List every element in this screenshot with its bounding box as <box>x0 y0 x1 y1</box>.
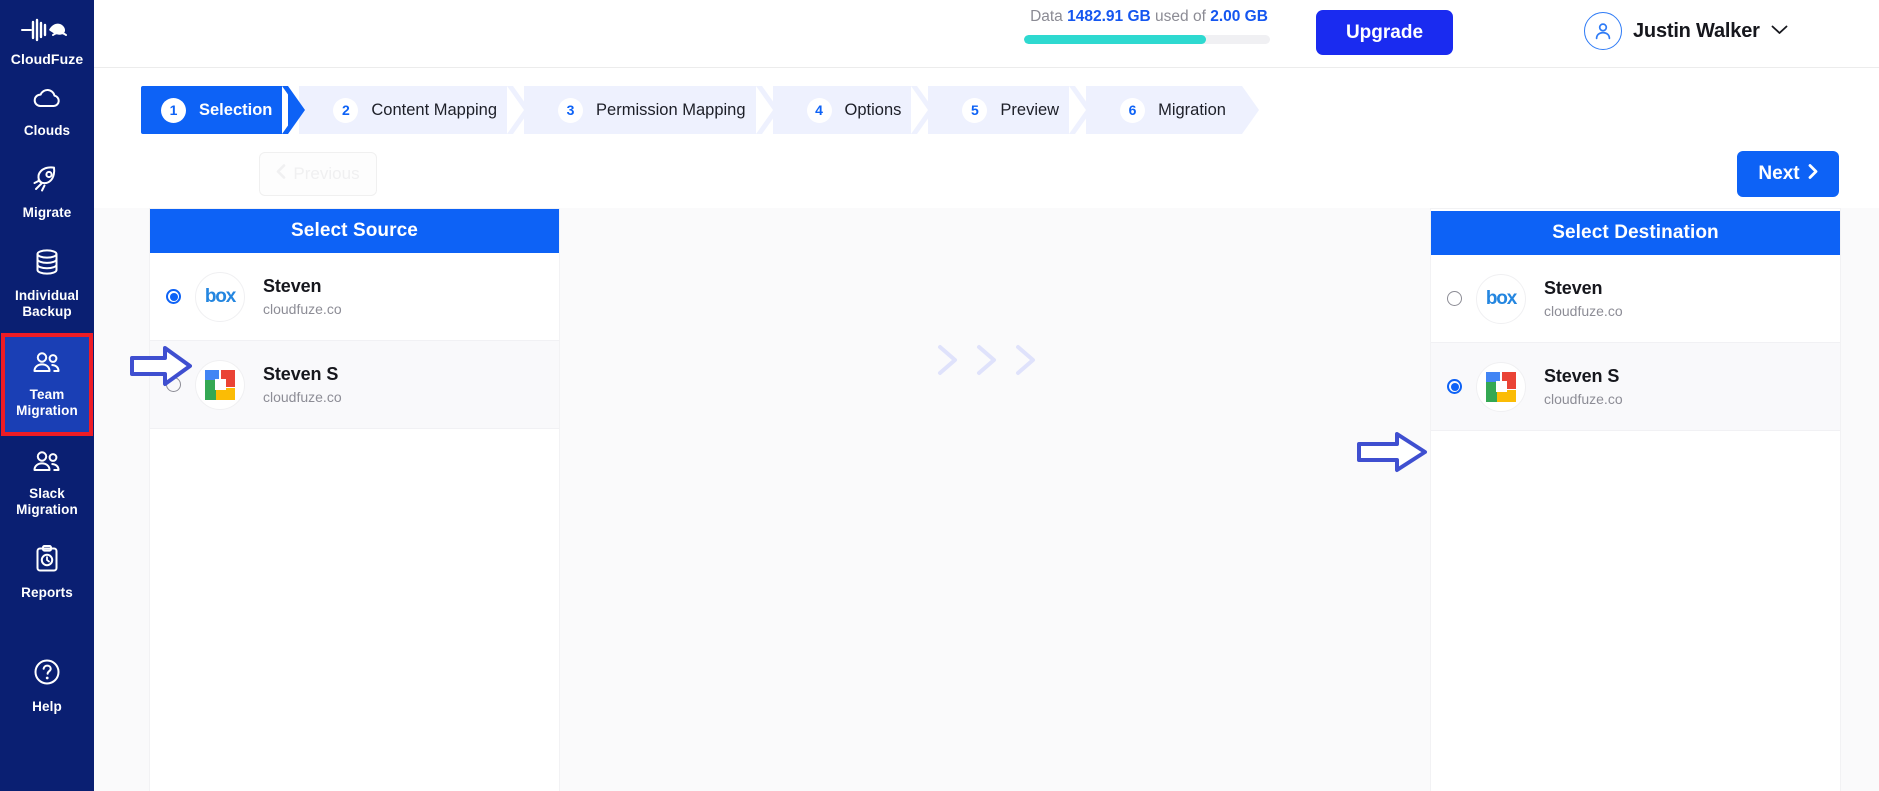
sidebar-item-individual-backup[interactable]: Individual Backup <box>0 234 94 333</box>
sidebar-item-label: Migrate <box>22 205 72 221</box>
sidebar-item-reports[interactable]: Reports <box>0 531 94 613</box>
chevron-down-icon[interactable] <box>1771 22 1788 40</box>
sidebar-item-help[interactable]: Help <box>0 643 94 727</box>
previous-button-label: Previous <box>293 164 360 183</box>
source-account-domain: cloudfuze.co <box>263 389 342 405</box>
destination-account-name: Steven <box>1544 278 1603 298</box>
box-logo-icon: box <box>195 271 245 322</box>
step-selection[interactable]: 1 Selection <box>141 86 306 134</box>
user-menu[interactable]: Justin Walker <box>1584 12 1788 50</box>
wizard-stepper-bar: 1 Selection 2 Content Mapping 3 Permissi… <box>94 68 1879 136</box>
sidebar-item-team-migration[interactable]: Team Migration <box>1 332 93 436</box>
destination-account-domain: cloudfuze.co <box>1544 391 1623 407</box>
source-account-row-1[interactable]: box Steven cloudfuze.co <box>150 253 559 341</box>
step-label: Migration <box>1158 100 1226 119</box>
destination-account-domain: cloudfuze.co <box>1544 303 1623 319</box>
chevron-left-icon <box>276 164 286 184</box>
previous-button[interactable]: Previous <box>259 152 377 196</box>
clipboard-clock-icon <box>34 544 60 578</box>
step-permission-mapping[interactable]: 3 Permission Mapping <box>506 86 780 134</box>
step-label: Selection <box>199 100 273 119</box>
data-usage-used: 1482.91 GB <box>1067 8 1151 25</box>
destination-account-row-1[interactable]: box Steven cloudfuze.co <box>1431 255 1840 343</box>
step-number: 3 <box>558 97 584 123</box>
step-content-mapping[interactable]: 2 Content Mapping <box>282 86 530 134</box>
data-usage-prefix: Data <box>1030 8 1063 25</box>
step-options[interactable]: 4 Options <box>755 86 935 134</box>
data-usage-total: 2.00 GB <box>1210 8 1268 25</box>
select-destination-panel: Select Destination box Steven cloudfuze.… <box>1430 208 1841 791</box>
step-label: Permission Mapping <box>596 100 746 119</box>
step-number: 2 <box>333 97 359 123</box>
brand-logo[interactable]: CloudFuze <box>0 8 94 73</box>
step-label: Preview <box>1000 100 1060 119</box>
select-source-panel: Select Source box Steven cloudfuze.co St… <box>149 208 560 791</box>
top-header: Data 1482.91 GB used of 2.00 GB Upgrade <box>94 0 1879 68</box>
upgrade-button[interactable]: Upgrade <box>1316 10 1453 55</box>
main-region: Data 1482.91 GB used of 2.00 GB Upgrade <box>94 0 1879 791</box>
wizard-nav-row: Previous Next <box>94 136 1879 208</box>
source-account-name: Steven <box>263 276 322 296</box>
step-migration[interactable]: 6 Migration <box>1069 86 1259 134</box>
cloudfuze-logo-icon <box>20 18 74 47</box>
users-icon <box>31 351 63 380</box>
google-drive-logo-icon <box>1476 361 1526 412</box>
destination-account-radio-2[interactable] <box>1447 379 1462 394</box>
wizard-stepper: 1 Selection 2 Content Mapping 3 Permissi… <box>141 86 1879 134</box>
source-account-name: Steven S <box>263 364 339 384</box>
chevron-right-icon <box>1013 343 1039 382</box>
sidebar-item-label: Individual Backup <box>14 287 79 320</box>
source-account-domain: cloudfuze.co <box>263 301 342 317</box>
sidebar-item-label: Reports <box>21 584 73 600</box>
source-account-radio-1[interactable] <box>166 289 181 304</box>
chevron-right-icon <box>1808 163 1818 185</box>
data-usage-widget: Data 1482.91 GB used of 2.00 GB <box>1024 8 1274 44</box>
chevron-right-icon <box>974 343 1000 382</box>
step-number: 1 <box>161 97 186 123</box>
data-usage-progressbar <box>1024 35 1270 44</box>
app-root: CloudFuze Clouds Migrate Individual Back… <box>0 0 1879 791</box>
data-usage-text: Data 1482.91 GB used of 2.00 GB <box>1024 8 1274 26</box>
destination-account-name: Steven S <box>1544 366 1620 386</box>
sidebar-item-label: Help <box>32 699 62 715</box>
user-name: Justin Walker <box>1633 19 1760 42</box>
step-preview[interactable]: 5 Preview <box>911 86 1092 134</box>
users-icon <box>31 450 63 479</box>
source-account-row-2[interactable]: Steven S cloudfuze.co <box>150 341 559 429</box>
sidebar: CloudFuze Clouds Migrate Individual Back… <box>0 0 94 791</box>
google-drive-logo-icon <box>195 359 245 410</box>
question-circle-icon <box>32 657 62 692</box>
sidebar-item-migrate[interactable]: Migrate <box>0 151 94 233</box>
select-destination-title: Select Destination <box>1431 211 1840 255</box>
cloud-icon <box>32 87 62 116</box>
database-icon <box>34 248 60 281</box>
step-number: 5 <box>962 97 988 123</box>
user-circle-icon <box>1584 12 1622 50</box>
source-account-radio-2[interactable] <box>166 377 181 392</box>
sidebar-item-slack-migration[interactable]: Slack Migration <box>0 436 94 531</box>
selection-body: Select Source box Steven cloudfuze.co St… <box>94 208 1879 791</box>
box-logo-icon: box <box>1476 273 1526 324</box>
sidebar-item-clouds[interactable]: Clouds <box>0 73 94 151</box>
sidebar-item-label: Team Migration <box>16 386 78 419</box>
step-label: Options <box>844 100 902 119</box>
brand-name: CloudFuze <box>10 51 84 67</box>
data-usage-progress-fill <box>1024 35 1207 44</box>
select-source-title: Select Source <box>150 209 559 253</box>
next-button[interactable]: Next <box>1737 151 1839 197</box>
sidebar-item-label: Slack Migration <box>16 485 78 518</box>
chevron-right-icon <box>935 343 961 382</box>
rocket-icon <box>32 165 62 198</box>
step-label: Content Mapping <box>371 100 498 119</box>
step-number: 4 <box>806 97 832 123</box>
destination-account-radio-1[interactable] <box>1447 291 1462 306</box>
box-wordmark: box <box>204 285 236 307</box>
step-number: 6 <box>1120 97 1146 123</box>
box-wordmark: box <box>1485 287 1517 309</box>
next-button-label: Next <box>1758 163 1800 184</box>
sidebar-item-label: Clouds <box>23 123 71 138</box>
data-usage-middle: used of <box>1155 8 1206 25</box>
destination-account-row-2[interactable]: Steven S cloudfuze.co <box>1431 343 1840 431</box>
